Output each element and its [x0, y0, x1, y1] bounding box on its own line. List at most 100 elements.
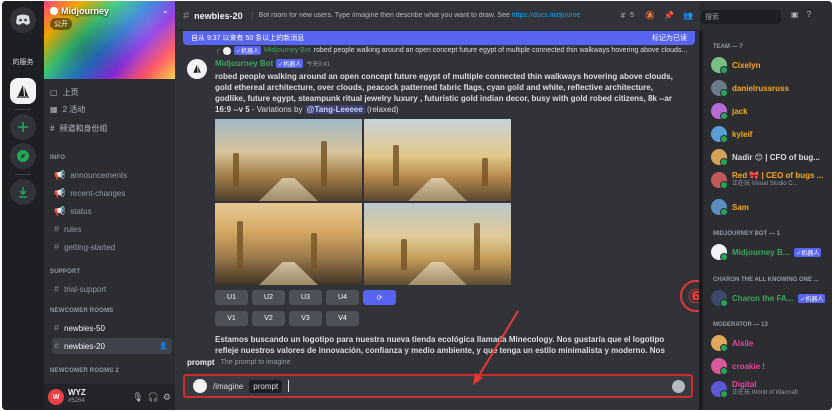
- explore-compass-icon[interactable]: [10, 143, 36, 169]
- help-icon[interactable]: ?: [807, 10, 811, 19]
- avatar: [711, 103, 728, 120]
- hashtag-icon: #: [54, 284, 60, 294]
- variation-button-2[interactable]: V2: [252, 311, 285, 326]
- inbox-icon[interactable]: ▣: [791, 10, 799, 19]
- member-item[interactable]: Aixile: [711, 335, 754, 352]
- upscale-button-3[interactable]: U3: [289, 290, 322, 305]
- upscale-button-2[interactable]: U2: [252, 290, 285, 305]
- bot-tag: ✓机器人: [798, 293, 826, 303]
- hashtag-icon: #: [54, 224, 60, 234]
- discord-home-icon[interactable]: [10, 7, 36, 33]
- member-item[interactable]: Red 🎀 | CEO of bugs ... 正在玩 Visual Studio…: [711, 172, 823, 189]
- upscale-button-4[interactable]: U4: [326, 290, 359, 305]
- channel-recent-changes[interactable]: 📢 recent-changes: [52, 185, 172, 201]
- member-item[interactable]: Digital 正在玩 World of Warcraft: [711, 381, 798, 398]
- category-newcomer[interactable]: NEWCOMER ROOMS: [50, 308, 113, 314]
- hashtag-icon: #: [50, 123, 55, 133]
- member-item[interactable]: Sam: [711, 199, 749, 216]
- generated-image-grid[interactable]: [215, 119, 511, 285]
- member-item[interactable]: jack: [711, 103, 748, 120]
- add-server-icon[interactable]: [10, 114, 36, 140]
- channel-announcements[interactable]: 📢 announcements: [52, 167, 172, 183]
- avatar[interactable]: W: [48, 389, 64, 405]
- mute-mic-icon[interactable]: 🎙: [132, 392, 143, 403]
- members-icon[interactable]: 👥: [683, 11, 693, 20]
- reroll-button[interactable]: ⟳: [363, 290, 396, 305]
- message-time: 今天9:41: [306, 62, 330, 68]
- member-name: Aixile: [732, 338, 754, 348]
- mute-bell-icon[interactable]: 🔕: [645, 11, 655, 20]
- channel-label: rules: [64, 224, 82, 234]
- search-input[interactable]: 搜索: [701, 10, 781, 24]
- chevron-down-icon[interactable]: ⌄: [162, 6, 169, 15]
- avatar: [711, 335, 728, 352]
- gear-icon[interactable]: ⚙: [163, 392, 171, 403]
- channel-getting-started[interactable]: # getting-started: [52, 239, 172, 255]
- member-item[interactable]: Midjourney B... ✓机器人: [711, 244, 822, 261]
- message-input[interactable]: /imagine prompt: [183, 374, 693, 398]
- message-author[interactable]: Midjourney Bot: [215, 59, 273, 68]
- reply-reference[interactable]: ┌ ✓机器人 Midjourney Bot robed people walki…: [215, 46, 687, 55]
- member-item[interactable]: Charon the FA... ✓机器人: [711, 290, 826, 307]
- member-name: danielrussruss: [732, 83, 789, 93]
- thread-count: 5: [630, 12, 635, 19]
- mark-read-button[interactable]: 标记为已读: [652, 33, 687, 43]
- nav-home[interactable]: ▢ 上页: [50, 85, 79, 99]
- hashtag-icon: #: [54, 341, 60, 351]
- member-item[interactable]: croakie !: [711, 358, 765, 375]
- variation-button-3[interactable]: V3: [289, 311, 322, 326]
- rail-label: 的服务: [12, 59, 34, 66]
- variation-meta: - Variations by: [249, 105, 305, 114]
- nav-channels-roles[interactable]: # 频道和身份组: [50, 121, 107, 135]
- headphones-icon[interactable]: 🎧: [148, 392, 159, 403]
- user-panel: W WYZ #5264 🎙 🎧 ⚙: [44, 384, 175, 410]
- upscale-buttons: U1 U2 U3 U4 ⟳: [215, 290, 396, 305]
- user-mention[interactable]: @Tang-Leeeee: [304, 105, 365, 114]
- member-item[interactable]: danielrussruss: [711, 80, 789, 97]
- new-messages-text: 自从 9:37 以来有 50 条以上的新消息: [191, 35, 305, 42]
- generated-image[interactable]: [364, 119, 511, 201]
- server-name[interactable]: Midjourney: [50, 6, 109, 16]
- emoji-icon[interactable]: [672, 380, 685, 393]
- topic-link[interactable]: https://docs.midjourne: [512, 12, 580, 19]
- generated-image[interactable]: [364, 203, 511, 285]
- generated-image[interactable]: [215, 203, 362, 285]
- category-newcomer-2[interactable]: NEWCOMER ROOMS 2: [50, 368, 119, 374]
- channel-rules[interactable]: # rules: [52, 221, 172, 237]
- message-body: Estamos buscando un logotipo para nuestr…: [215, 335, 665, 355]
- pin-icon[interactable]: 📌: [664, 11, 674, 20]
- channel-status[interactable]: 📢 status: [52, 203, 172, 219]
- variation-button-4[interactable]: V4: [326, 311, 359, 326]
- upscale-button-1[interactable]: U1: [215, 290, 248, 305]
- nav-events-label: 2 活动: [62, 104, 86, 114]
- channel-newbies-50[interactable]: # newbies-50: [52, 320, 172, 336]
- channel-trial-support[interactable]: # trial-support: [52, 281, 172, 297]
- threads-icon[interactable]: #: [621, 11, 625, 20]
- relaxed-meta: (relaxed): [364, 105, 399, 114]
- member-name: croakie !: [732, 361, 765, 371]
- channel-topic[interactable]: Bot room for new users. Type /imagine th…: [251, 12, 612, 19]
- member-item[interactable]: Cixelyn: [711, 57, 760, 74]
- member-item[interactable]: kyleif: [711, 126, 752, 143]
- new-messages-banner[interactable]: 自从 9:37 以来有 50 条以上的新消息 标记为已读: [183, 31, 695, 45]
- channel-newbies-20[interactable]: # newbies-20 👤: [52, 338, 172, 354]
- hashtag-icon: #: [54, 323, 60, 333]
- midjourney-server-icon[interactable]: [10, 78, 36, 104]
- hashtag-icon: #: [183, 9, 190, 22]
- category-support[interactable]: SUPPORT: [50, 269, 80, 275]
- add-member-icon[interactable]: 👤: [159, 342, 168, 350]
- image-detail: [310, 233, 317, 271]
- download-icon[interactable]: [10, 179, 36, 205]
- variation-button-1[interactable]: V1: [215, 311, 248, 326]
- prompt-option-field[interactable]: prompt: [249, 379, 283, 393]
- member-item[interactable]: Nadir 😊 | CFO of bug...: [711, 149, 820, 166]
- member-name: Midjourney B...: [732, 247, 790, 257]
- nav-events[interactable]: ▦ 2 活动: [50, 102, 85, 116]
- scrollbar[interactable]: [699, 31, 703, 410]
- avatar[interactable]: [187, 59, 207, 79]
- avatar: [711, 244, 728, 261]
- role-header-team: TEAM — 7: [713, 44, 743, 50]
- role-header-bot: MIDJOURNEY BOT — 1: [713, 231, 780, 237]
- generated-image[interactable]: [215, 119, 362, 201]
- category-info[interactable]: INFO: [50, 155, 65, 161]
